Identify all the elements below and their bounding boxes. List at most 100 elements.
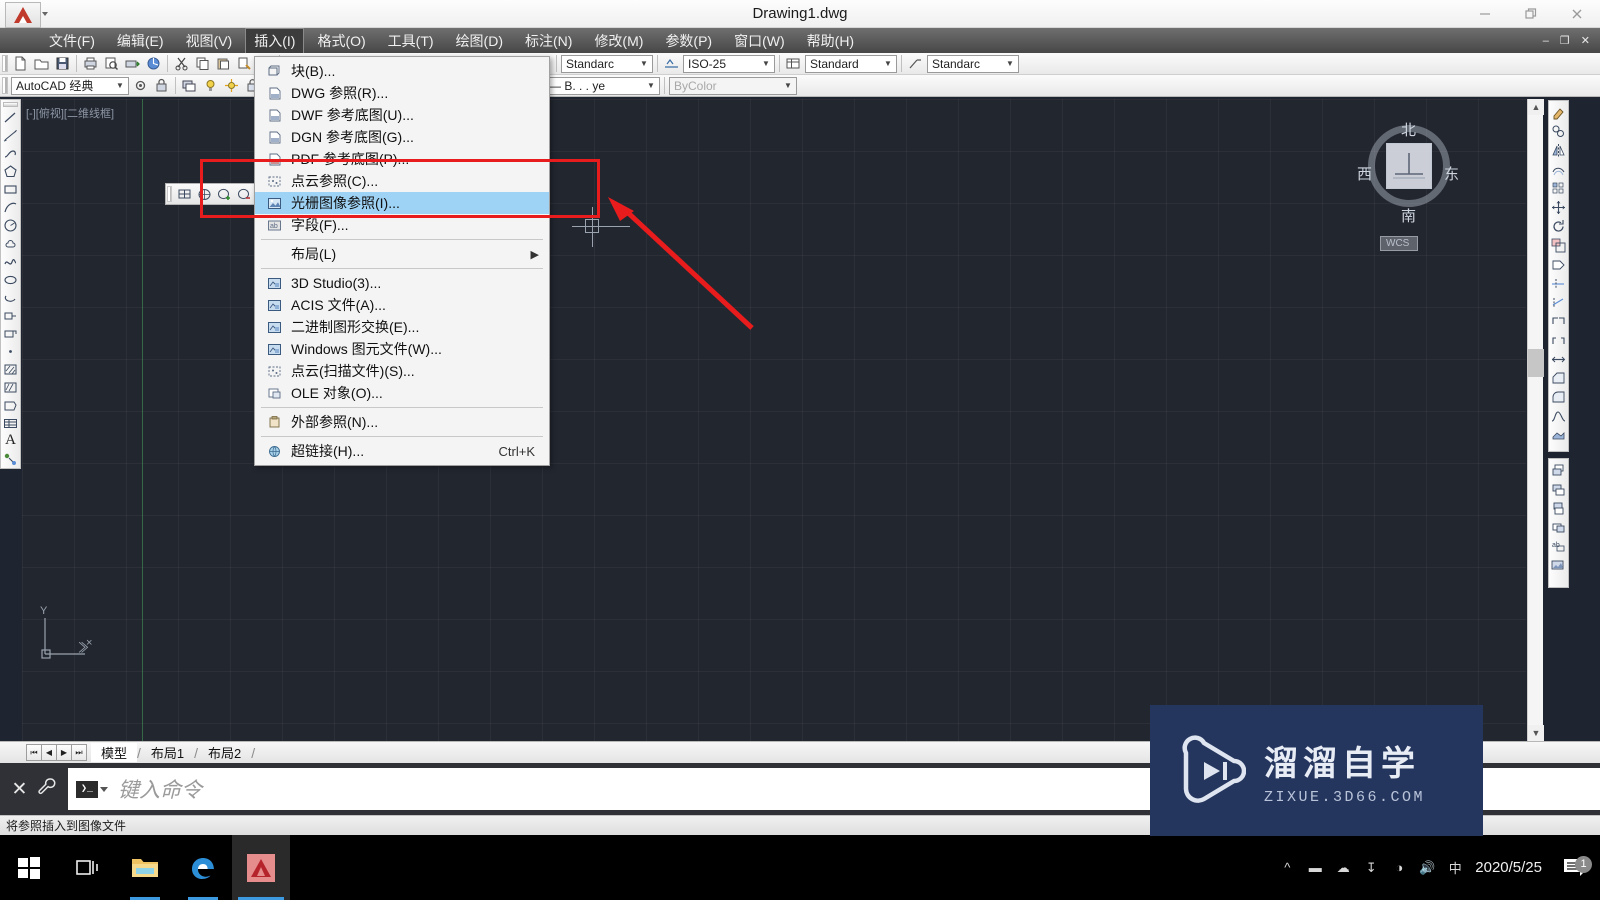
join-icon[interactable]: [1549, 350, 1568, 369]
viewport-label[interactable]: [-][俯视][二维线框]: [26, 105, 114, 121]
compass-west-label[interactable]: 西: [1357, 163, 1372, 184]
lineweight-combo[interactable]: ByColor ▼: [669, 76, 797, 95]
menu-modify[interactable]: 修改(M): [585, 28, 652, 54]
region-icon[interactable]: [1, 396, 20, 414]
layout-tab-0[interactable]: 模型: [91, 743, 138, 762]
open-file-icon[interactable]: [31, 54, 52, 73]
mdi-window-controls[interactable]: – ❐ ✕: [1543, 34, 1594, 47]
workspace-combo[interactable]: AutoCAD 经典 ▼: [11, 76, 129, 95]
match-properties-icon[interactable]: [234, 54, 255, 73]
view-cube[interactable]: 北 南 西 东 WCS: [1352, 111, 1464, 261]
prev-layout-button[interactable]: ◀: [41, 744, 57, 761]
ellipse-icon[interactable]: [1, 270, 20, 288]
insert-menu-item-field[interactable]: ab 字段(F)...: [255, 214, 549, 236]
array-icon[interactable]: [1549, 179, 1568, 198]
fillet-icon[interactable]: [1549, 388, 1568, 407]
blend-curves-icon[interactable]: [1549, 407, 1568, 426]
tray-battery-icon[interactable]: ▬: [1301, 860, 1329, 875]
notification-center-button[interactable]: 1: [1554, 855, 1594, 881]
stretch-icon[interactable]: [1549, 255, 1568, 274]
menu-draw[interactable]: 绘图(D): [447, 28, 512, 54]
first-layout-button[interactable]: ⏮: [26, 744, 42, 761]
compass-south-label[interactable]: 南: [1401, 205, 1416, 226]
chevron-down-icon[interactable]: [100, 786, 108, 792]
ucs-selector[interactable]: WCS: [1380, 236, 1419, 251]
linetype-combo[interactable]: —— B. . . ye ▼: [532, 76, 660, 95]
lock-toolbars-icon[interactable]: [151, 76, 172, 95]
menu-file[interactable]: 文件(F): [40, 28, 104, 54]
scroll-down-button[interactable]: ▼: [1528, 725, 1544, 741]
dimension-style-icon[interactable]: [661, 54, 682, 73]
insert-menu-item-raster-image-reference[interactable]: 光栅图像参照(I)...: [255, 192, 549, 214]
viewport-clip-icon[interactable]: [194, 185, 214, 204]
taskbar-file-explorer[interactable]: [116, 835, 174, 900]
minimize-button[interactable]: [1462, 0, 1508, 28]
3dprint-icon[interactable]: [143, 54, 164, 73]
polygon-icon[interactable]: [1, 163, 20, 181]
table-style-combo[interactable]: Standard ▼: [805, 54, 897, 73]
text-to-front-icon[interactable]: ab: [1549, 537, 1568, 556]
circle-icon[interactable]: [1, 217, 20, 235]
compass-north-label[interactable]: 北: [1401, 119, 1416, 140]
chevron-down-icon[interactable]: ▼: [114, 81, 126, 90]
gradient-icon[interactable]: [1, 378, 20, 396]
rectangle-icon[interactable]: [1, 181, 20, 199]
multileader-style-combo[interactable]: Standarс ▼: [927, 54, 1019, 73]
menu-insert[interactable]: 插入(I): [245, 27, 305, 54]
table-icon[interactable]: [1, 414, 20, 432]
revision-cloud-icon[interactable]: [1, 235, 20, 253]
last-layout-button[interactable]: ⏭: [71, 744, 87, 761]
paste-icon[interactable]: [213, 54, 234, 73]
insert-menu-item-block[interactable]: 块(B)...: [255, 60, 549, 82]
multiline-text-icon[interactable]: A: [1, 432, 20, 450]
layout-tab-1[interactable]: 布局1: [141, 743, 194, 762]
break-icon[interactable]: [1549, 331, 1568, 350]
insert-block-icon[interactable]: [1, 306, 20, 324]
new-file-icon[interactable]: [10, 54, 31, 73]
insert-menu-item-dgn-underlay[interactable]: DGN 参考底图(G)...: [255, 126, 549, 148]
tray-network-icon[interactable]: ◑: [1385, 860, 1413, 875]
add-selected-icon[interactable]: [1, 450, 20, 468]
tray-cloud-icon[interactable]: ☁: [1329, 860, 1357, 876]
bring-to-front-icon[interactable]: [1549, 461, 1568, 480]
toolbar-grip[interactable]: [2, 77, 8, 94]
explode-icon[interactable]: [1549, 426, 1568, 445]
point-icon[interactable]: [1, 342, 20, 360]
taskbar-autocad[interactable]: [232, 835, 290, 900]
viewport-remove-icon[interactable]: [234, 185, 254, 204]
menu-format[interactable]: 格式(O): [308, 28, 374, 54]
menu-dimension[interactable]: 标注(N): [516, 28, 581, 54]
extend-icon[interactable]: [1549, 293, 1568, 312]
insert-menu-item-import-dxb[interactable]: 二进制图形交换(E)...: [255, 316, 549, 338]
tray-download-icon[interactable]: ↧: [1357, 860, 1385, 876]
insert-menu-item-point-cloud-scan[interactable]: 点云(扫描文件)(S)...: [255, 360, 549, 382]
command-prompt-icon[interactable]: ❯_: [76, 780, 98, 798]
view-cube-top-face[interactable]: [1386, 143, 1432, 189]
drawing-canvas[interactable]: [-][俯视][二维线框] Y × 北 南 西 东 WCS: [22, 99, 1526, 741]
publish-icon[interactable]: [122, 54, 143, 73]
close-icon[interactable]: ✕: [12, 778, 28, 801]
chevron-down-icon[interactable]: ▼: [760, 59, 772, 68]
menu-edit[interactable]: 编辑(E): [108, 28, 173, 54]
copy-object-icon[interactable]: [1549, 122, 1568, 141]
ellipse-arc-icon[interactable]: [1, 288, 20, 306]
insert-menu-item-dwg-reference[interactable]: DWG 参照(R)...: [255, 82, 549, 104]
scroll-thumb[interactable]: [1528, 349, 1544, 377]
break-at-point-icon[interactable]: [1549, 312, 1568, 331]
layout-tab-2[interactable]: 布局2: [198, 743, 251, 762]
menu-help[interactable]: 帮助(H): [798, 28, 863, 54]
chevron-down-icon[interactable]: ▼: [638, 59, 650, 68]
hatch-icon[interactable]: [1, 360, 20, 378]
move-icon[interactable]: [1549, 198, 1568, 217]
clock-date[interactable]: 2020/5/25: [1475, 859, 1542, 876]
copy-icon[interactable]: [192, 54, 213, 73]
bring-above-object-icon[interactable]: [1549, 499, 1568, 518]
polyline-icon[interactable]: [1, 145, 20, 163]
mirror-icon[interactable]: [1549, 141, 1568, 160]
erase-icon[interactable]: [1549, 103, 1568, 122]
workspace-settings-icon[interactable]: [130, 76, 151, 95]
taskbar-start[interactable]: [0, 835, 58, 900]
insert-menu-item-import-acis[interactable]: ACIS 文件(A)...: [255, 294, 549, 316]
multileader-style-icon[interactable]: [905, 54, 926, 73]
toolbar-grip[interactable]: [167, 186, 172, 202]
